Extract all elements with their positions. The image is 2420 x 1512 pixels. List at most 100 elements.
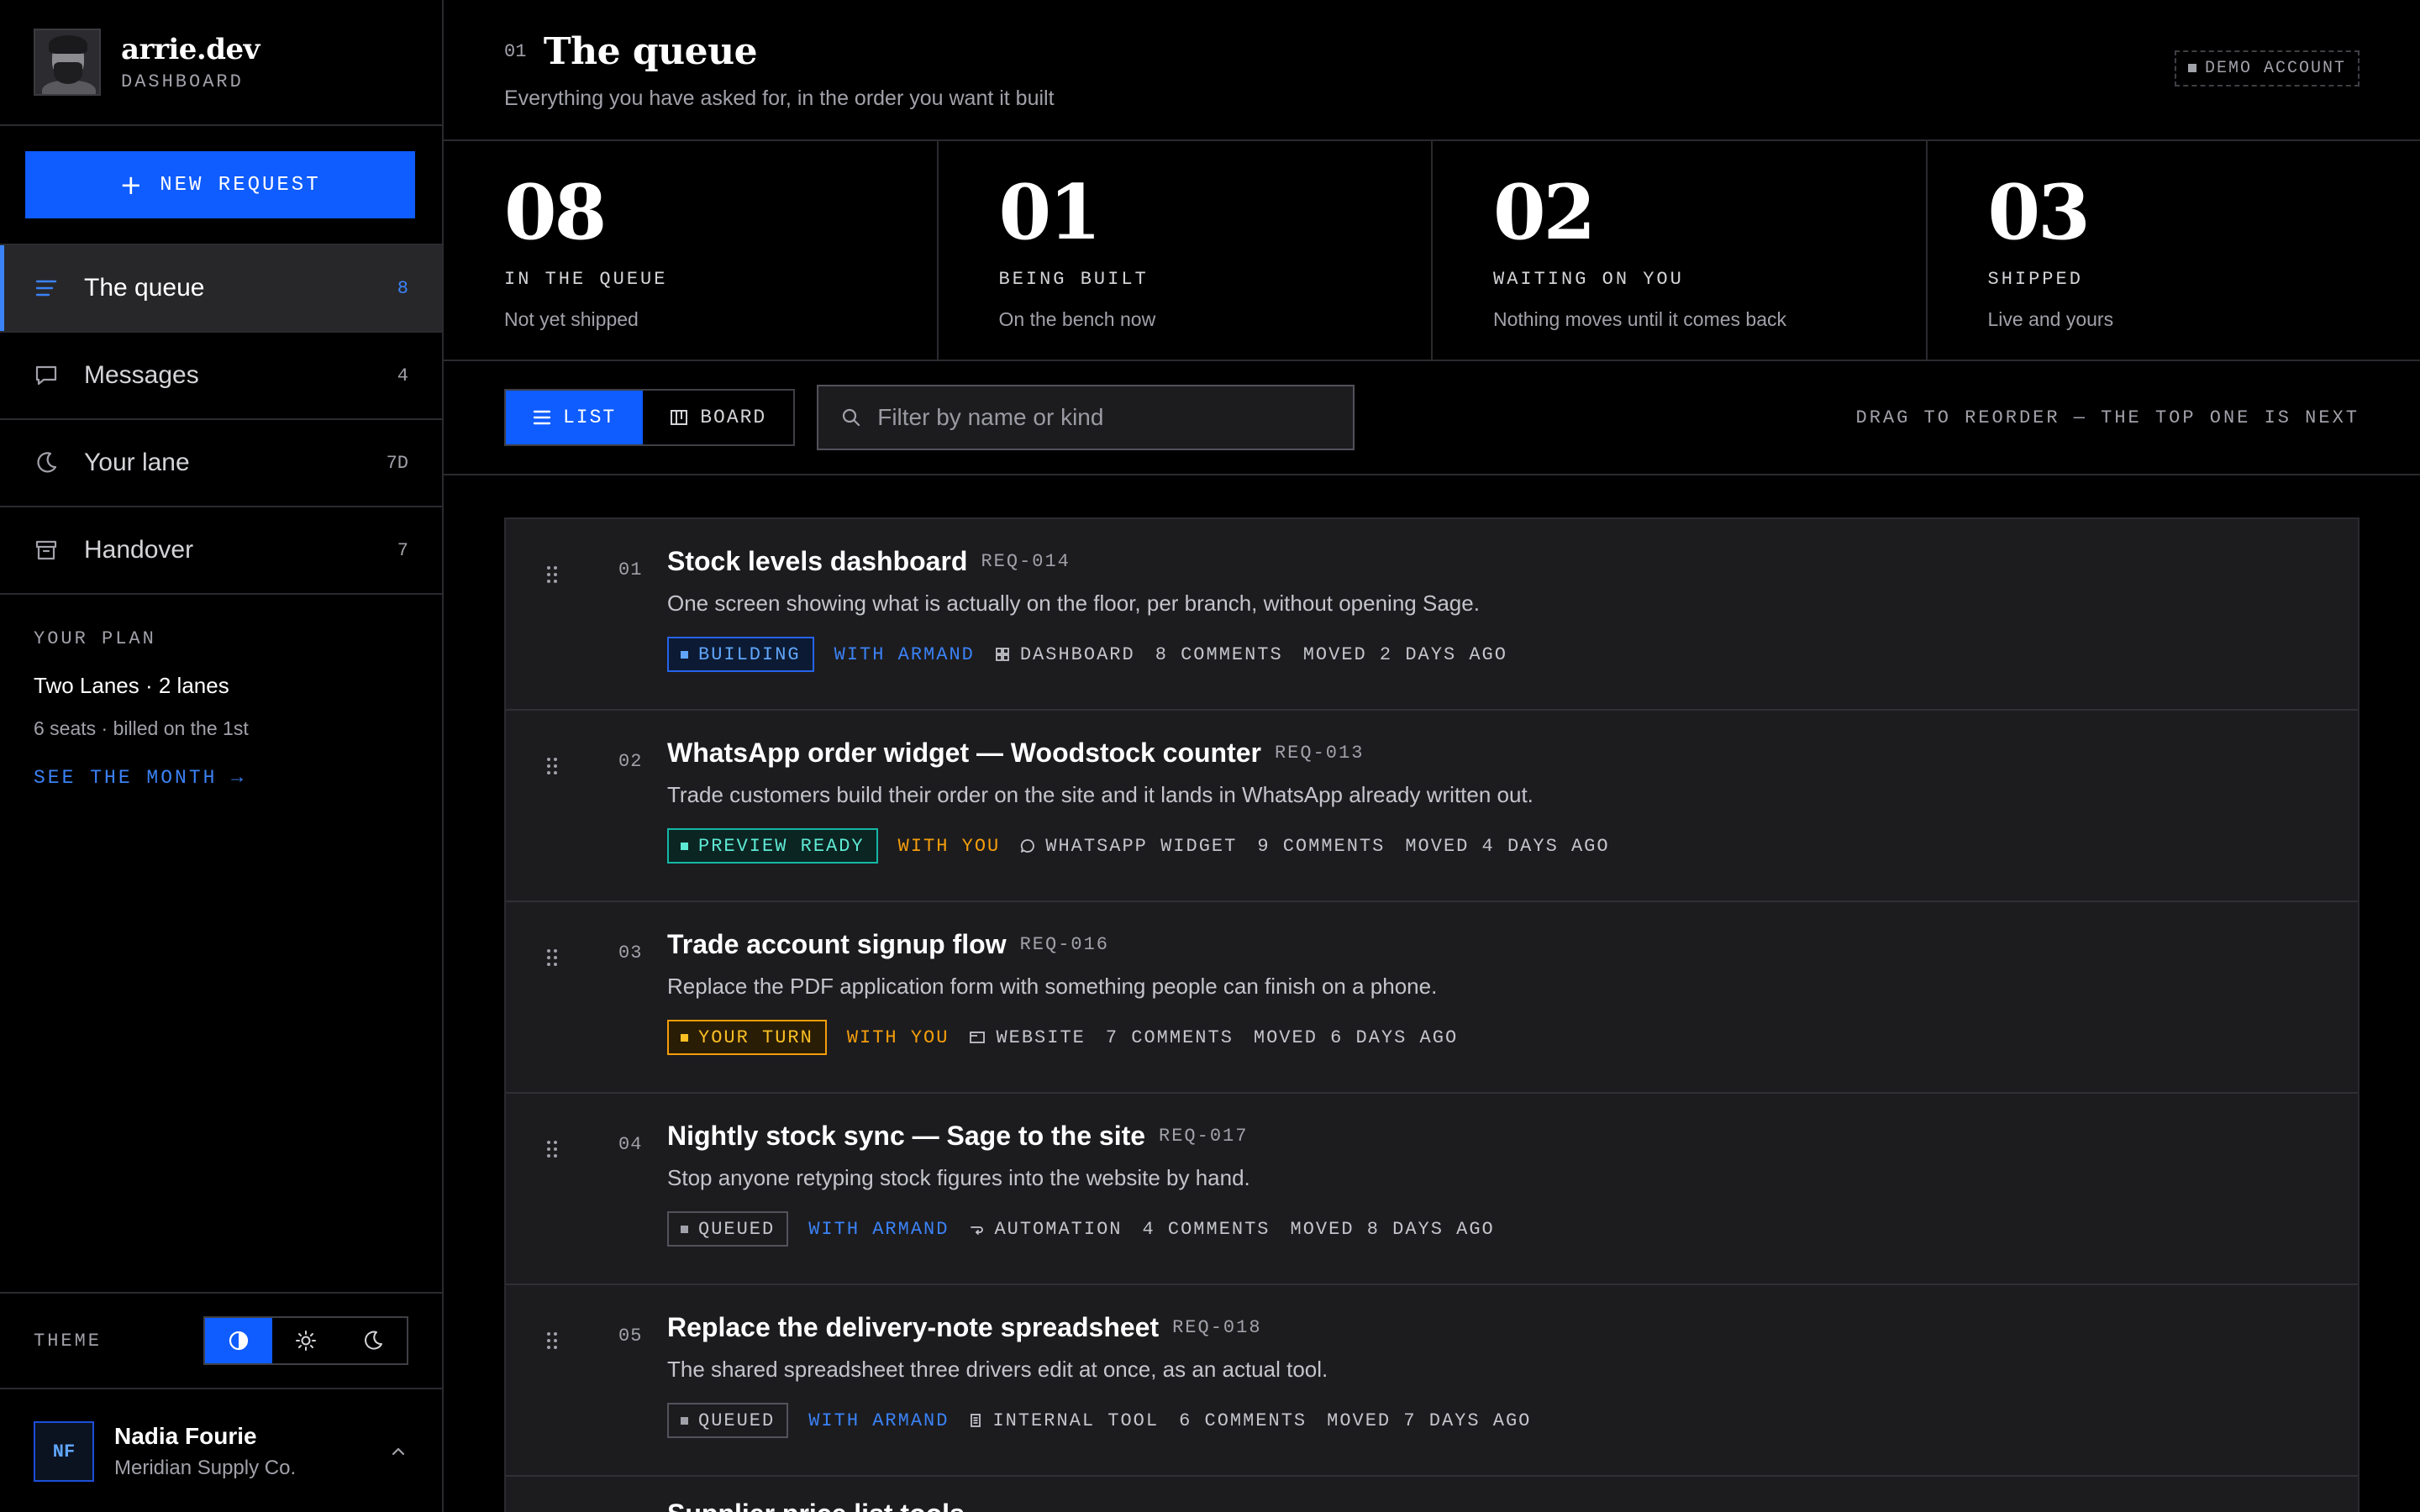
- list-icon: [533, 410, 551, 425]
- queue-item[interactable]: 04 Nightly stock sync — Sage to the site…: [506, 1094, 2358, 1285]
- queue-list: 01 Stock levels dashboard REQ-014 One scr…: [504, 517, 2360, 1512]
- kind-tag: WHATSAPP WIDGET: [1020, 836, 1237, 857]
- page-title: The queue: [543, 30, 758, 73]
- status-badge: QUEUED: [667, 1403, 789, 1438]
- owner-label: WITH ARMAND: [808, 1410, 950, 1431]
- theme-label: THEME: [34, 1330, 103, 1352]
- archive-icon: [35, 540, 57, 560]
- dashboard-icon: [995, 648, 1009, 661]
- queue-item-id: REQ-014: [981, 551, 1071, 572]
- new-request-button[interactable]: + NEW REQUEST: [25, 151, 415, 218]
- sidebar-item-queue[interactable]: The queue 8: [0, 245, 442, 333]
- status-badge: YOUR TURN: [667, 1020, 827, 1055]
- drag-handle-icon[interactable]: [546, 756, 558, 776]
- stat-note: Live and yours: [1987, 308, 2114, 330]
- queue-item-title[interactable]: Trade account signup flow: [667, 929, 1007, 959]
- kind-label: WEBSITE: [996, 1026, 1086, 1048]
- search-field[interactable]: [817, 385, 1355, 450]
- list-icon: [35, 280, 57, 297]
- message-icon: [35, 365, 57, 386]
- stat-label: IN THE QUEUE: [504, 269, 668, 290]
- moved-time: MOVED 4 DAYS AGO: [1405, 835, 1610, 857]
- board-view-button[interactable]: BOARD: [643, 391, 793, 444]
- kind-tag: WEBSITE: [969, 1027, 1085, 1048]
- queue-item-title[interactable]: Replace the delivery-note spreadsheet: [667, 1312, 1159, 1342]
- queue-item-position: 03: [618, 942, 643, 963]
- main-content: 01 The queue Everything you have asked f…: [444, 0, 2420, 1512]
- moon-icon: [37, 452, 57, 473]
- drag-handle-icon[interactable]: [546, 564, 558, 585]
- theme-dark-button[interactable]: [339, 1318, 407, 1363]
- sidebar-item-count: 8: [397, 277, 408, 299]
- chevron-up-icon[interactable]: [388, 1441, 408, 1462]
- drag-handle-icon[interactable]: [546, 948, 558, 968]
- stats-row: 08 IN THE QUEUE Not yet shipped 01 BEING…: [444, 141, 2420, 361]
- sidebar-item-messages[interactable]: Messages 4: [0, 333, 442, 420]
- brand-name[interactable]: arrie.dev: [121, 33, 260, 66]
- kind-tag: AUTOMATION: [969, 1219, 1122, 1240]
- drag-handle-icon[interactable]: [546, 1331, 558, 1351]
- sun-icon: [296, 1331, 316, 1351]
- sidebar-item-your-lane[interactable]: Your lane 7D: [0, 420, 442, 507]
- queue-item[interactable]: 01 Stock levels dashboard REQ-014 One scr…: [506, 519, 2358, 711]
- stat-value: 02: [1493, 168, 1596, 257]
- theme-light-button[interactable]: [272, 1318, 339, 1363]
- repeat-icon: [971, 1226, 984, 1235]
- status-label: QUEUED: [698, 1218, 776, 1240]
- stat-in-queue: 08 IN THE QUEUE Not yet shipped: [444, 141, 939, 360]
- stat-label: BEING BUILT: [998, 269, 1149, 290]
- comment-count[interactable]: 6 COMMENTS: [1179, 1410, 1307, 1431]
- queue-item-position: 01: [618, 559, 643, 580]
- queue-item[interactable]: Supplier price list tools: [506, 1477, 2358, 1512]
- drag-handle-icon[interactable]: [546, 1139, 558, 1159]
- comment-count[interactable]: 7 COMMENTS: [1106, 1027, 1234, 1048]
- comment-count[interactable]: 8 COMMENTS: [1155, 644, 1283, 665]
- sidebar-item-label: Messages: [84, 361, 199, 389]
- sidebar-item-count: 7: [397, 539, 408, 561]
- queue-item-description: Replace the PDF application form with so…: [667, 974, 1438, 999]
- page-number: 01: [504, 41, 527, 62]
- page-subtitle: Everything you have asked for, in the or…: [504, 87, 1055, 110]
- queue-item[interactable]: 05 Replace the delivery-note spreadsheet…: [506, 1285, 2358, 1477]
- queue-item-title[interactable]: Stock levels dashboard: [667, 546, 967, 576]
- queue-item[interactable]: 03 Trade account signup flow REQ-016 Repl…: [506, 902, 2358, 1094]
- queue-item-position: 04: [618, 1134, 643, 1155]
- queue-item-title[interactable]: Supplier price list tools: [667, 1499, 965, 1512]
- list-view-label: LIST: [563, 407, 617, 428]
- comment-count[interactable]: 9 COMMENTS: [1257, 836, 1385, 857]
- sidebar-item-handover[interactable]: Handover 7: [0, 507, 442, 595]
- queue-item-title[interactable]: WhatsApp order widget — Woodstock counte…: [667, 738, 1261, 768]
- plan-name: Two Lanes · 2 lanes: [34, 673, 229, 698]
- plan-meta: 6 seats · billed on the 1st: [34, 717, 249, 739]
- sidebar-item-label: Your lane: [84, 449, 190, 476]
- user-menu[interactable]: NF Nadia Fourie Meridian Supply Co.: [0, 1391, 442, 1512]
- brand-subtitle: DASHBOARD: [121, 71, 244, 92]
- theme-system-button[interactable]: [205, 1318, 272, 1363]
- plus-icon: +: [119, 169, 145, 201]
- status-label: YOUR TURN: [698, 1026, 813, 1048]
- demo-account-badge: DEMO ACCOUNT: [2174, 50, 2360, 87]
- board-view-label: BOARD: [700, 407, 767, 428]
- moved-time: MOVED 8 DAYS AGO: [1290, 1218, 1495, 1240]
- queue-item[interactable]: 02 WhatsApp order widget — Woodstock cou…: [506, 711, 2358, 902]
- plan-eyebrow: YOUR PLAN: [34, 628, 156, 649]
- avatar: NF: [34, 1421, 94, 1482]
- comment-count[interactable]: 4 COMMENTS: [1142, 1219, 1270, 1240]
- see-the-month-link[interactable]: SEE THE MONTH →: [34, 767, 408, 789]
- stat-value: 08: [504, 168, 607, 257]
- search-input[interactable]: [877, 404, 1332, 431]
- queue-item-description: One screen showing what is actually on t…: [667, 591, 1480, 616]
- demo-badge-label: DEMO ACCOUNT: [2204, 59, 2346, 78]
- view-toggle: LIST BOARD: [504, 389, 796, 446]
- list-view-button[interactable]: LIST: [506, 391, 644, 444]
- kind-label: AUTOMATION: [994, 1218, 1123, 1240]
- owner-label: WITH ARMAND: [834, 643, 975, 665]
- status-label: QUEUED: [698, 1410, 776, 1431]
- queue-item-title[interactable]: Nightly stock sync — Sage to the site: [667, 1121, 1145, 1151]
- stat-shipped: 03 SHIPPED Live and yours: [1928, 141, 2420, 360]
- stat-being-built: 01 BEING BUILT On the bench now: [939, 141, 1433, 360]
- stat-note: Nothing moves until it comes back: [1493, 308, 1786, 330]
- queue-item-description: The shared spreadsheet three drivers edi…: [667, 1357, 1328, 1382]
- kind-label: DASHBOARD: [1019, 643, 1135, 665]
- new-request-label: NEW REQUEST: [160, 173, 321, 197]
